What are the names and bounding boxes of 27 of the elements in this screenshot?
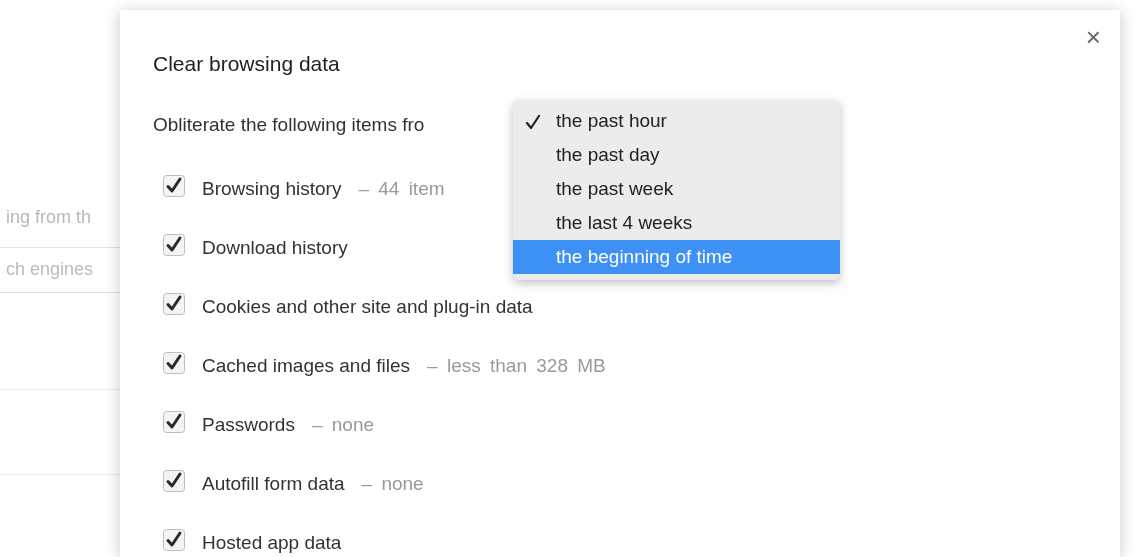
close-button[interactable]: ×	[1081, 23, 1105, 51]
option-label: Hosted app data	[202, 531, 342, 555]
checkbox[interactable]	[163, 529, 185, 551]
option-label: Passwords	[202, 413, 295, 437]
checkbox[interactable]	[163, 352, 185, 374]
intro-text: Obliterate the following items fro	[153, 113, 426, 137]
check-icon	[525, 114, 541, 130]
option-label: Browsing history	[202, 177, 342, 201]
checkbox[interactable]	[163, 234, 185, 256]
option-label: Cookies and other site and plug-in data	[202, 295, 533, 319]
menu-item[interactable]: the last 4 weeks	[513, 206, 840, 240]
option-label: Autofill form data	[202, 472, 345, 496]
checkbox[interactable]	[163, 411, 185, 433]
background-text: ing from th	[6, 206, 93, 229]
option-detail: – none	[311, 413, 375, 437]
option-detail: – none	[361, 472, 424, 496]
checkbox[interactable]	[163, 293, 185, 315]
checkbox[interactable]	[163, 175, 185, 197]
option-label: Download history	[202, 236, 348, 260]
dialog-title: Clear browsing data	[153, 51, 341, 77]
menu-item[interactable]: the past hour	[513, 104, 840, 138]
option-label: Cached images and files	[202, 354, 411, 378]
option-detail: – less than 328 MB	[427, 354, 606, 378]
menu-item[interactable]: the past day	[513, 138, 840, 172]
option-detail: – 44 item	[358, 177, 445, 201]
menu-item[interactable]: the past week	[513, 172, 840, 206]
checkbox[interactable]	[163, 470, 185, 492]
